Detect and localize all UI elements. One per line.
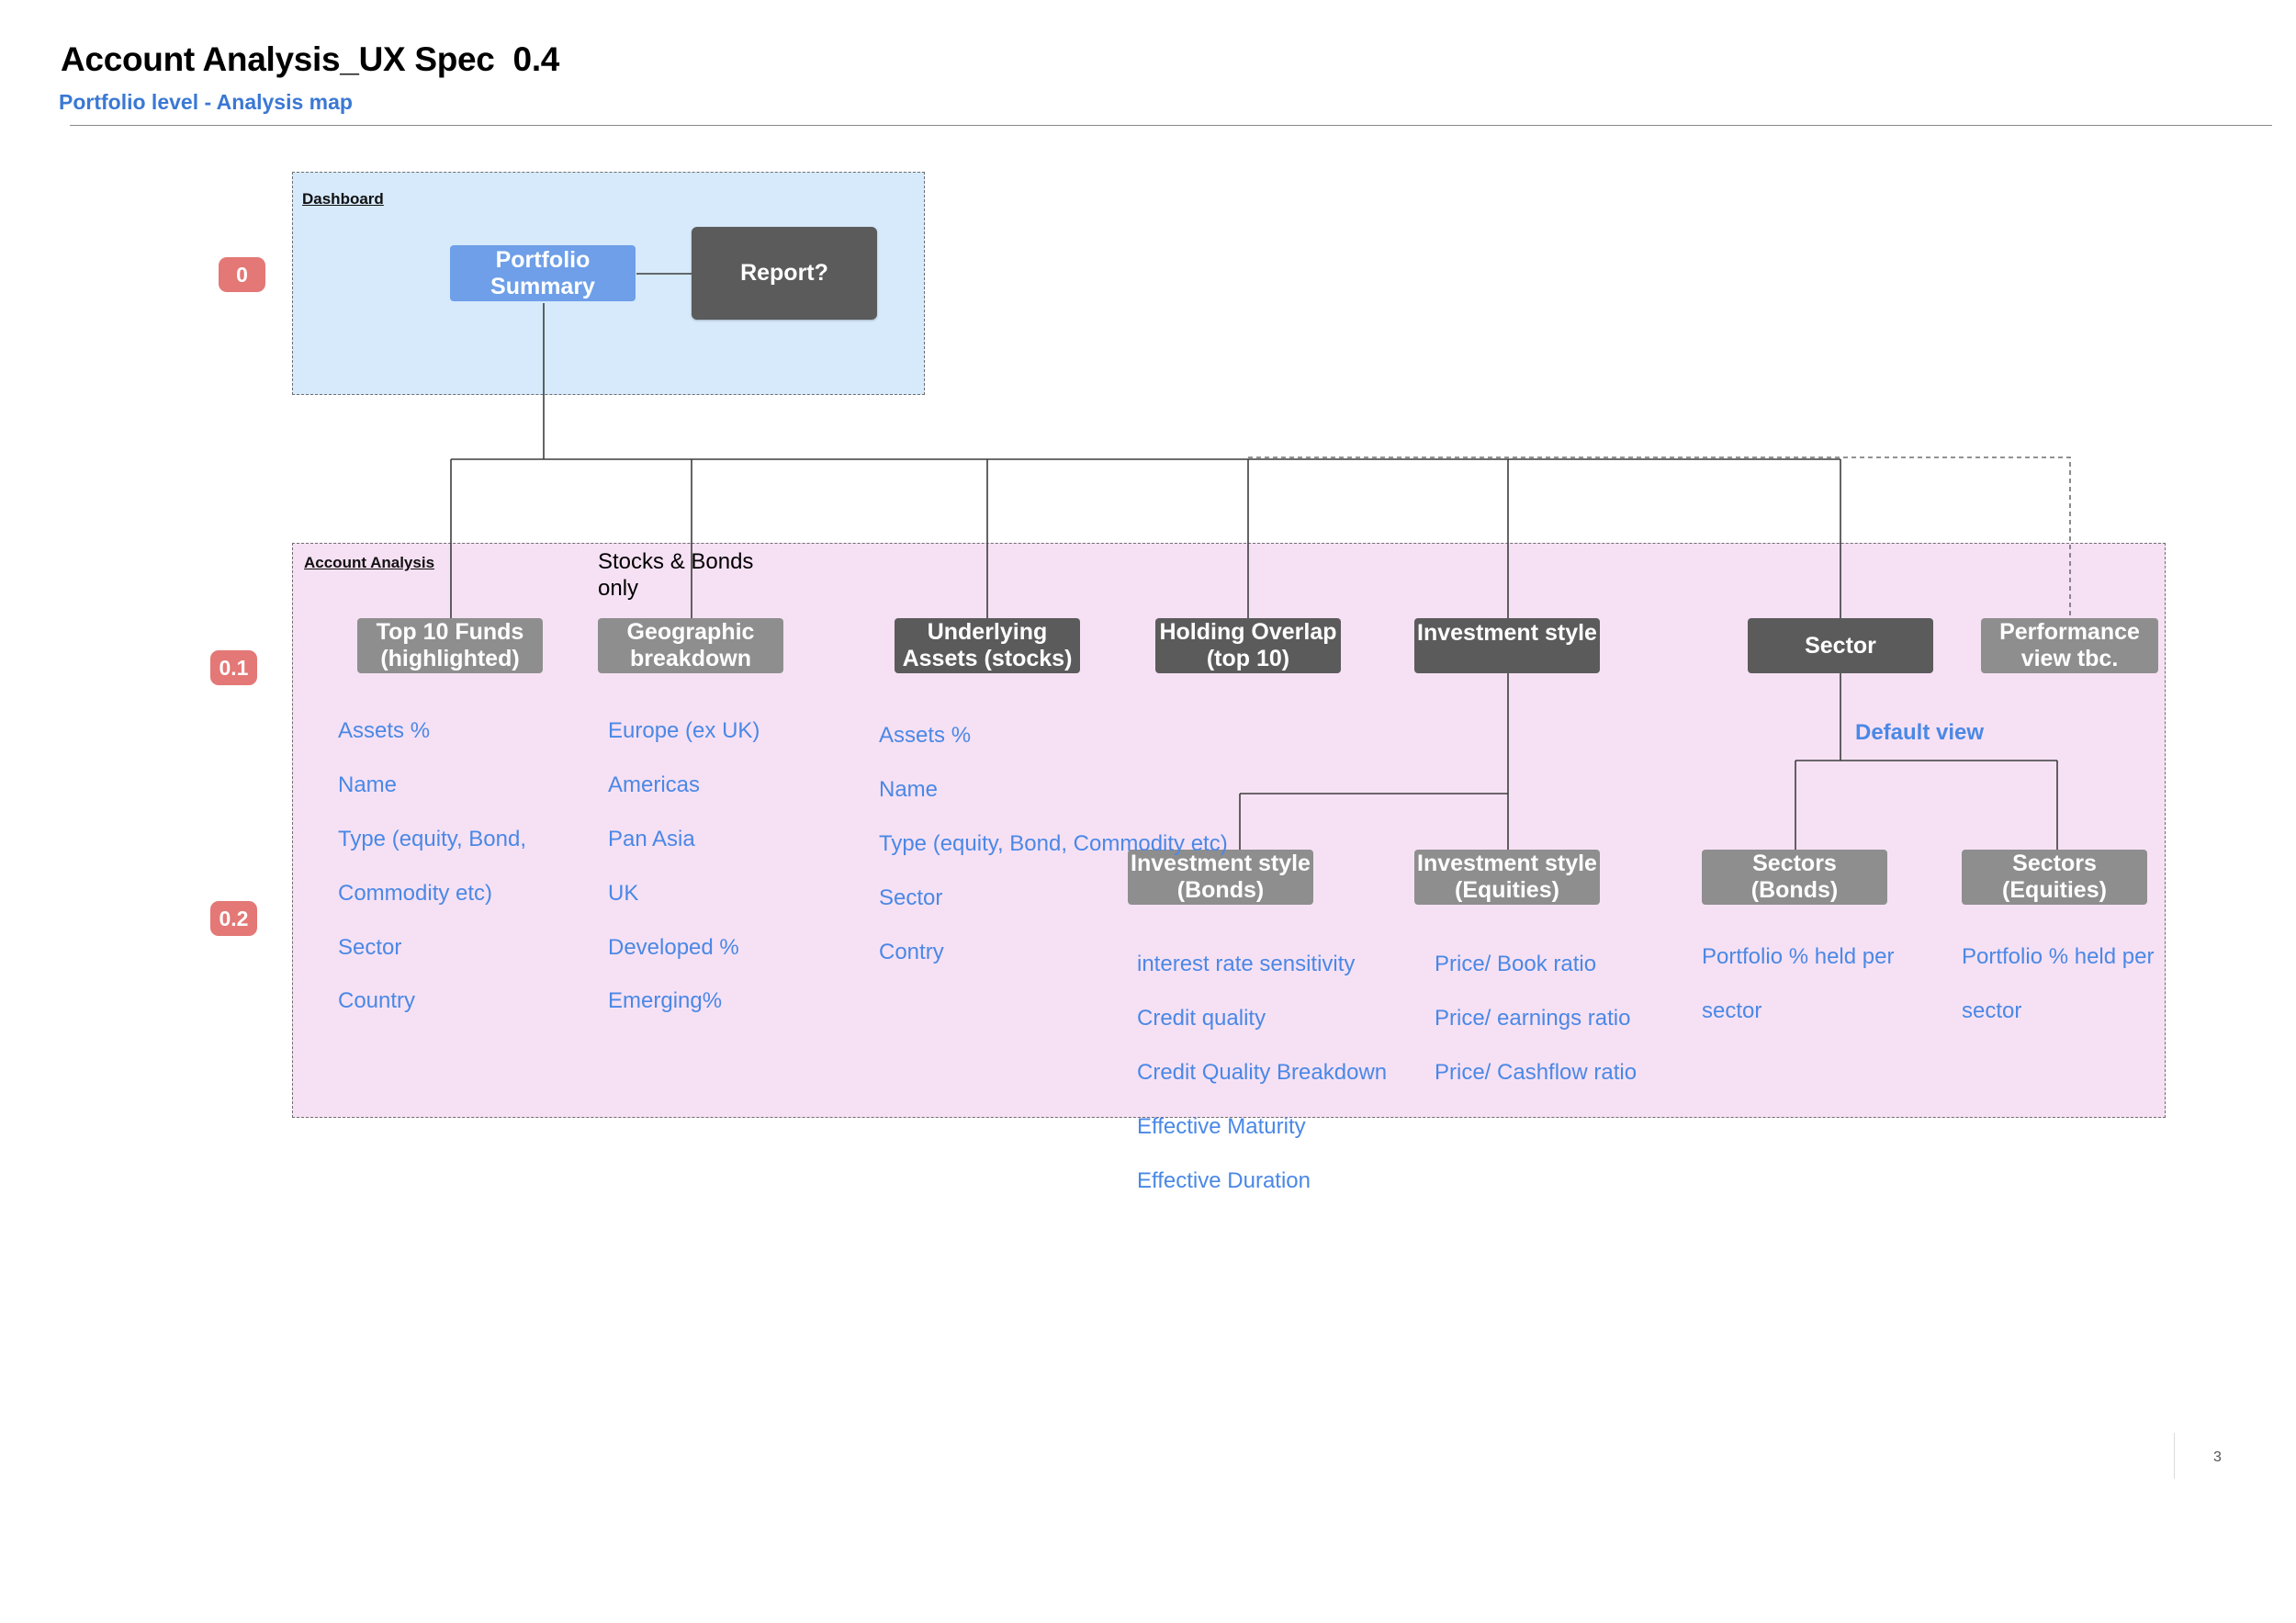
list-item: Effective Duration <box>1137 1167 1311 1193</box>
top10-funds-attributes: Assets % Name Type (equity, Bond, Commod… <box>338 691 526 1042</box>
sector-node[interactable]: Sector <box>1748 618 1933 673</box>
list-item: UK <box>608 880 639 906</box>
portfolio-summary-node[interactable]: Portfolio Summary <box>450 245 636 301</box>
list-item: Sector <box>338 934 402 960</box>
list-item: Portfolio % held per <box>1702 944 1895 970</box>
list-item: Type (equity, Bond, <box>338 827 527 852</box>
list-item: Emerging% <box>608 988 723 1014</box>
list-item: Price/ earnings ratio <box>1435 1006 1631 1031</box>
list-item: Name <box>879 777 939 803</box>
list-item: interest rate sensitivity <box>1137 952 1356 977</box>
list-item: Country <box>338 988 416 1014</box>
stocks-bonds-only-note: Stocks & Bonds only <box>598 549 754 601</box>
list-item: Effective Maturity <box>1137 1113 1306 1139</box>
list-item: Price/ Book ratio <box>1435 952 1597 977</box>
report-node[interactable]: Report? <box>692 227 877 320</box>
list-item: Price/ Cashflow ratio <box>1435 1060 1638 1086</box>
sectors-equities-attributes: Portfolio % held per sector <box>1962 917 2154 1052</box>
investment-style-equities-attributes: Price/ Book ratio Price/ earnings ratio … <box>1435 924 1637 1113</box>
investment-style-equities-node[interactable]: Investment style (Equities) <box>1414 850 1600 905</box>
page-number-divider <box>2174 1433 2175 1479</box>
page-number: 3 <box>2213 1449 2222 1465</box>
list-item: sector <box>1962 998 2022 1024</box>
performance-view-node[interactable]: Performance view tbc. <box>1981 618 2158 673</box>
default-view-note: Default view <box>1855 720 1985 745</box>
list-item: Credit Quality Breakdown <box>1137 1060 1388 1086</box>
list-item: Pan Asia <box>608 827 695 852</box>
connector-performance-dashed <box>1248 456 2071 618</box>
list-item: sector <box>1702 998 1762 1024</box>
list-item: Credit quality <box>1137 1006 1266 1031</box>
geographic-breakdown-node[interactable]: Geographic breakdown <box>598 618 783 673</box>
list-item: Assets % <box>879 723 972 749</box>
list-item: Developed % <box>608 934 739 960</box>
investment-style-bonds-attributes: interest rate sensitivity Credit quality… <box>1137 924 1387 1221</box>
list-item: Europe (ex UK) <box>608 718 760 744</box>
investment-style-node[interactable]: Investment style <box>1414 618 1600 673</box>
list-item: Type (equity, Bond, Commodity etc) <box>879 831 1228 857</box>
top10-funds-node[interactable]: Top 10 Funds (highlighted) <box>357 618 543 673</box>
sectors-bonds-node[interactable]: Sectors (Bonds) <box>1702 850 1887 905</box>
holding-overlap-node[interactable]: Holding Overlap (top 10) <box>1155 618 1341 673</box>
sectors-bonds-attributes: Portfolio % held per sector <box>1702 917 1894 1052</box>
list-item: Sector <box>879 885 943 910</box>
list-item: Name <box>338 772 398 798</box>
geographic-attributes: Europe (ex UK) Americas Pan Asia UK Deve… <box>608 691 760 1042</box>
list-item: Assets % <box>338 718 431 744</box>
list-item: Commodity etc) <box>338 880 493 906</box>
list-item: Portfolio % held per <box>1962 944 2155 970</box>
underlying-assets-node[interactable]: Underlying Assets (stocks) <box>895 618 1080 673</box>
sectors-equities-node[interactable]: Sectors (Equities) <box>1962 850 2147 905</box>
list-item: Americas <box>608 772 701 798</box>
